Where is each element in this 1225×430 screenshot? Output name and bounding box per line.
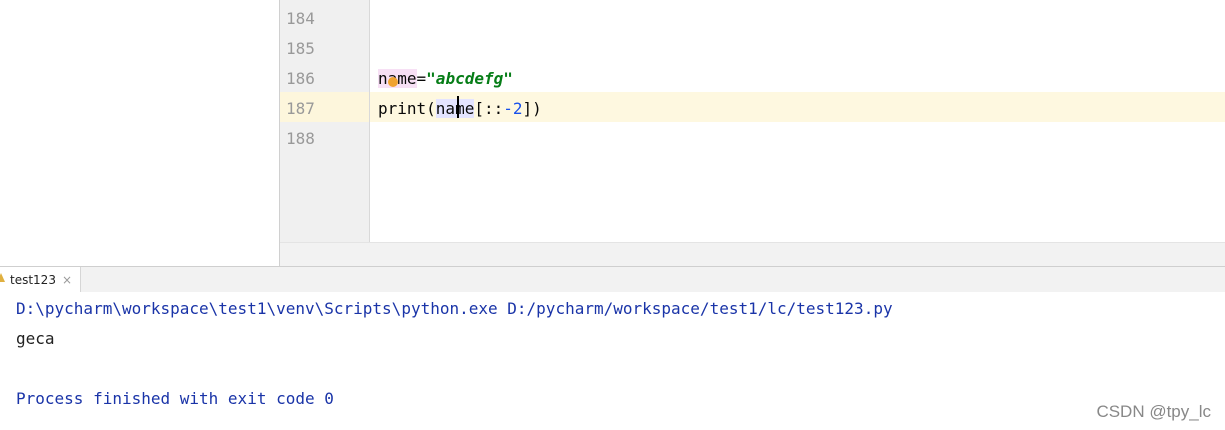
line-number: 186: [286, 69, 315, 88]
print-call: print(: [378, 99, 436, 118]
text-caret: [457, 96, 459, 118]
string-literal: "abcdefg": [426, 69, 513, 88]
run-tab-label: test123: [10, 272, 56, 287]
variable-reference: name: [435, 99, 475, 118]
project-panel: [0, 0, 280, 266]
intention-bulb-icon[interactable]: [388, 77, 398, 87]
console-output-line: geca: [16, 329, 55, 348]
watermark: CSDN @tpy_lc: [1096, 402, 1211, 421]
slice-open: [::: [474, 99, 504, 118]
line-number: 184: [286, 9, 315, 28]
slice-close: ]): [522, 99, 542, 118]
slice-step: -2: [503, 99, 523, 118]
line-number: 187: [286, 99, 315, 118]
console-command-line: D:\pycharm\workspace\test1\venv\Scripts\…: [16, 299, 893, 318]
line-number-gutter: 184 185 186 187 188: [280, 0, 370, 242]
run-tool-window-tabs: test123 ×: [0, 266, 1225, 293]
code-editor[interactable]: name="abcdefg" print(name[::-2]): [370, 0, 1225, 242]
assign-operator: =: [416, 69, 427, 88]
line-number: 188: [286, 129, 315, 148]
close-icon[interactable]: ×: [62, 273, 72, 287]
code-line-186[interactable]: name="abcdefg": [378, 64, 513, 94]
code-line-187[interactable]: print(name[::-2]): [378, 94, 542, 124]
python-file-icon: [0, 273, 5, 282]
line-number: 185: [286, 39, 315, 58]
run-tab-test123[interactable]: test123 ×: [0, 267, 82, 292]
run-console[interactable]: D:\pycharm\workspace\test1\venv\Scripts\…: [0, 292, 1225, 430]
console-exit-message: Process finished with exit code 0: [16, 389, 334, 408]
editor-bottom-bar: [280, 242, 1225, 267]
